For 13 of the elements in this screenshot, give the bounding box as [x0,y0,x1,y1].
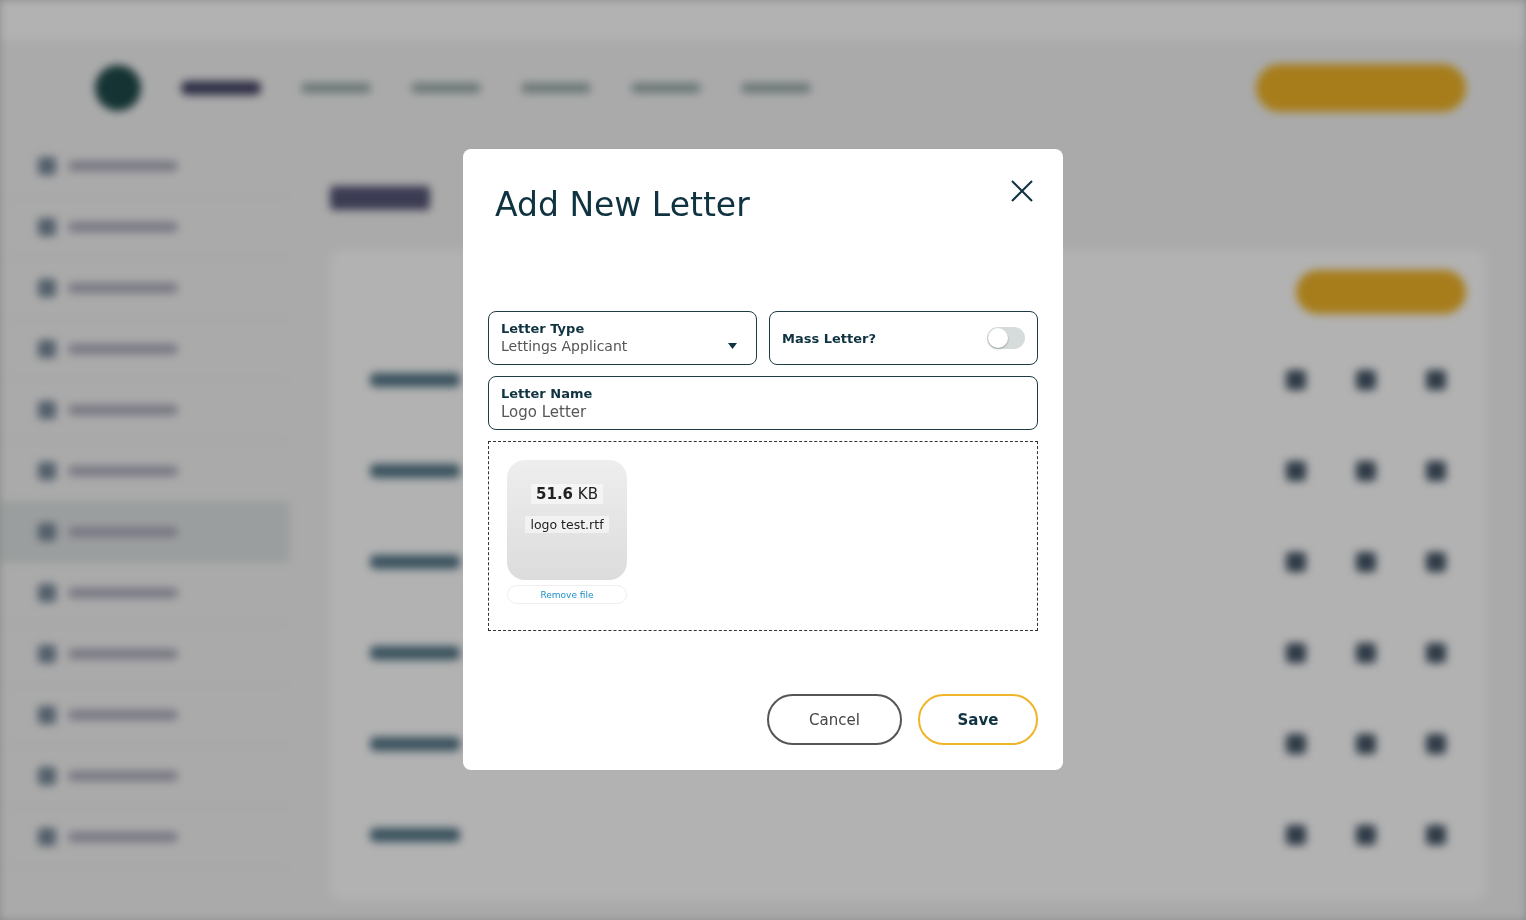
letter-type-dropdown[interactable]: Letter Type Lettings Applicant [488,311,757,365]
letter-name-field[interactable]: Letter Name Logo Letter [488,376,1038,430]
cancel-button[interactable]: Cancel [767,694,902,745]
file-name: logo test.rtf [525,516,609,533]
file-drop-zone[interactable]: 51.6 KB logo test.rtf Remove file [488,441,1038,631]
toggle-switch[interactable] [987,327,1025,349]
file-size: 51.6 KB [531,484,603,504]
remove-file-link[interactable]: Remove file [507,585,627,604]
field-label: Mass Letter? [782,330,876,346]
close-icon[interactable] [1010,179,1034,203]
save-button[interactable]: Save [918,694,1038,745]
dialog-title: Add New Letter [495,185,750,224]
caret-icon [728,343,737,349]
